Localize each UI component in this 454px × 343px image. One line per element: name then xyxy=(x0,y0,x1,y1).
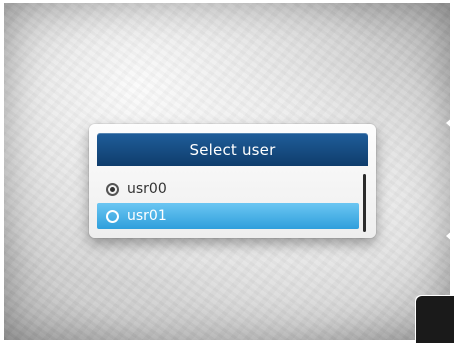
select-user-dialog: Select user usr00 usr01 xyxy=(89,124,376,238)
user-list: usr00 usr01 xyxy=(97,174,359,232)
radio-checked-icon[interactable] xyxy=(106,182,119,196)
radio-unchecked-icon[interactable] xyxy=(106,209,119,223)
list-item-label: usr01 xyxy=(127,208,167,224)
list-scrollbar[interactable] xyxy=(363,174,366,232)
list-item-usr01[interactable]: usr01 xyxy=(97,203,359,229)
list-item-usr00[interactable]: usr00 xyxy=(97,176,359,202)
dialog-title: Select user xyxy=(97,133,368,166)
corner-button[interactable] xyxy=(416,296,454,343)
screen-background: Select user usr00 usr01 xyxy=(4,3,450,340)
list-item-label: usr00 xyxy=(127,181,167,197)
